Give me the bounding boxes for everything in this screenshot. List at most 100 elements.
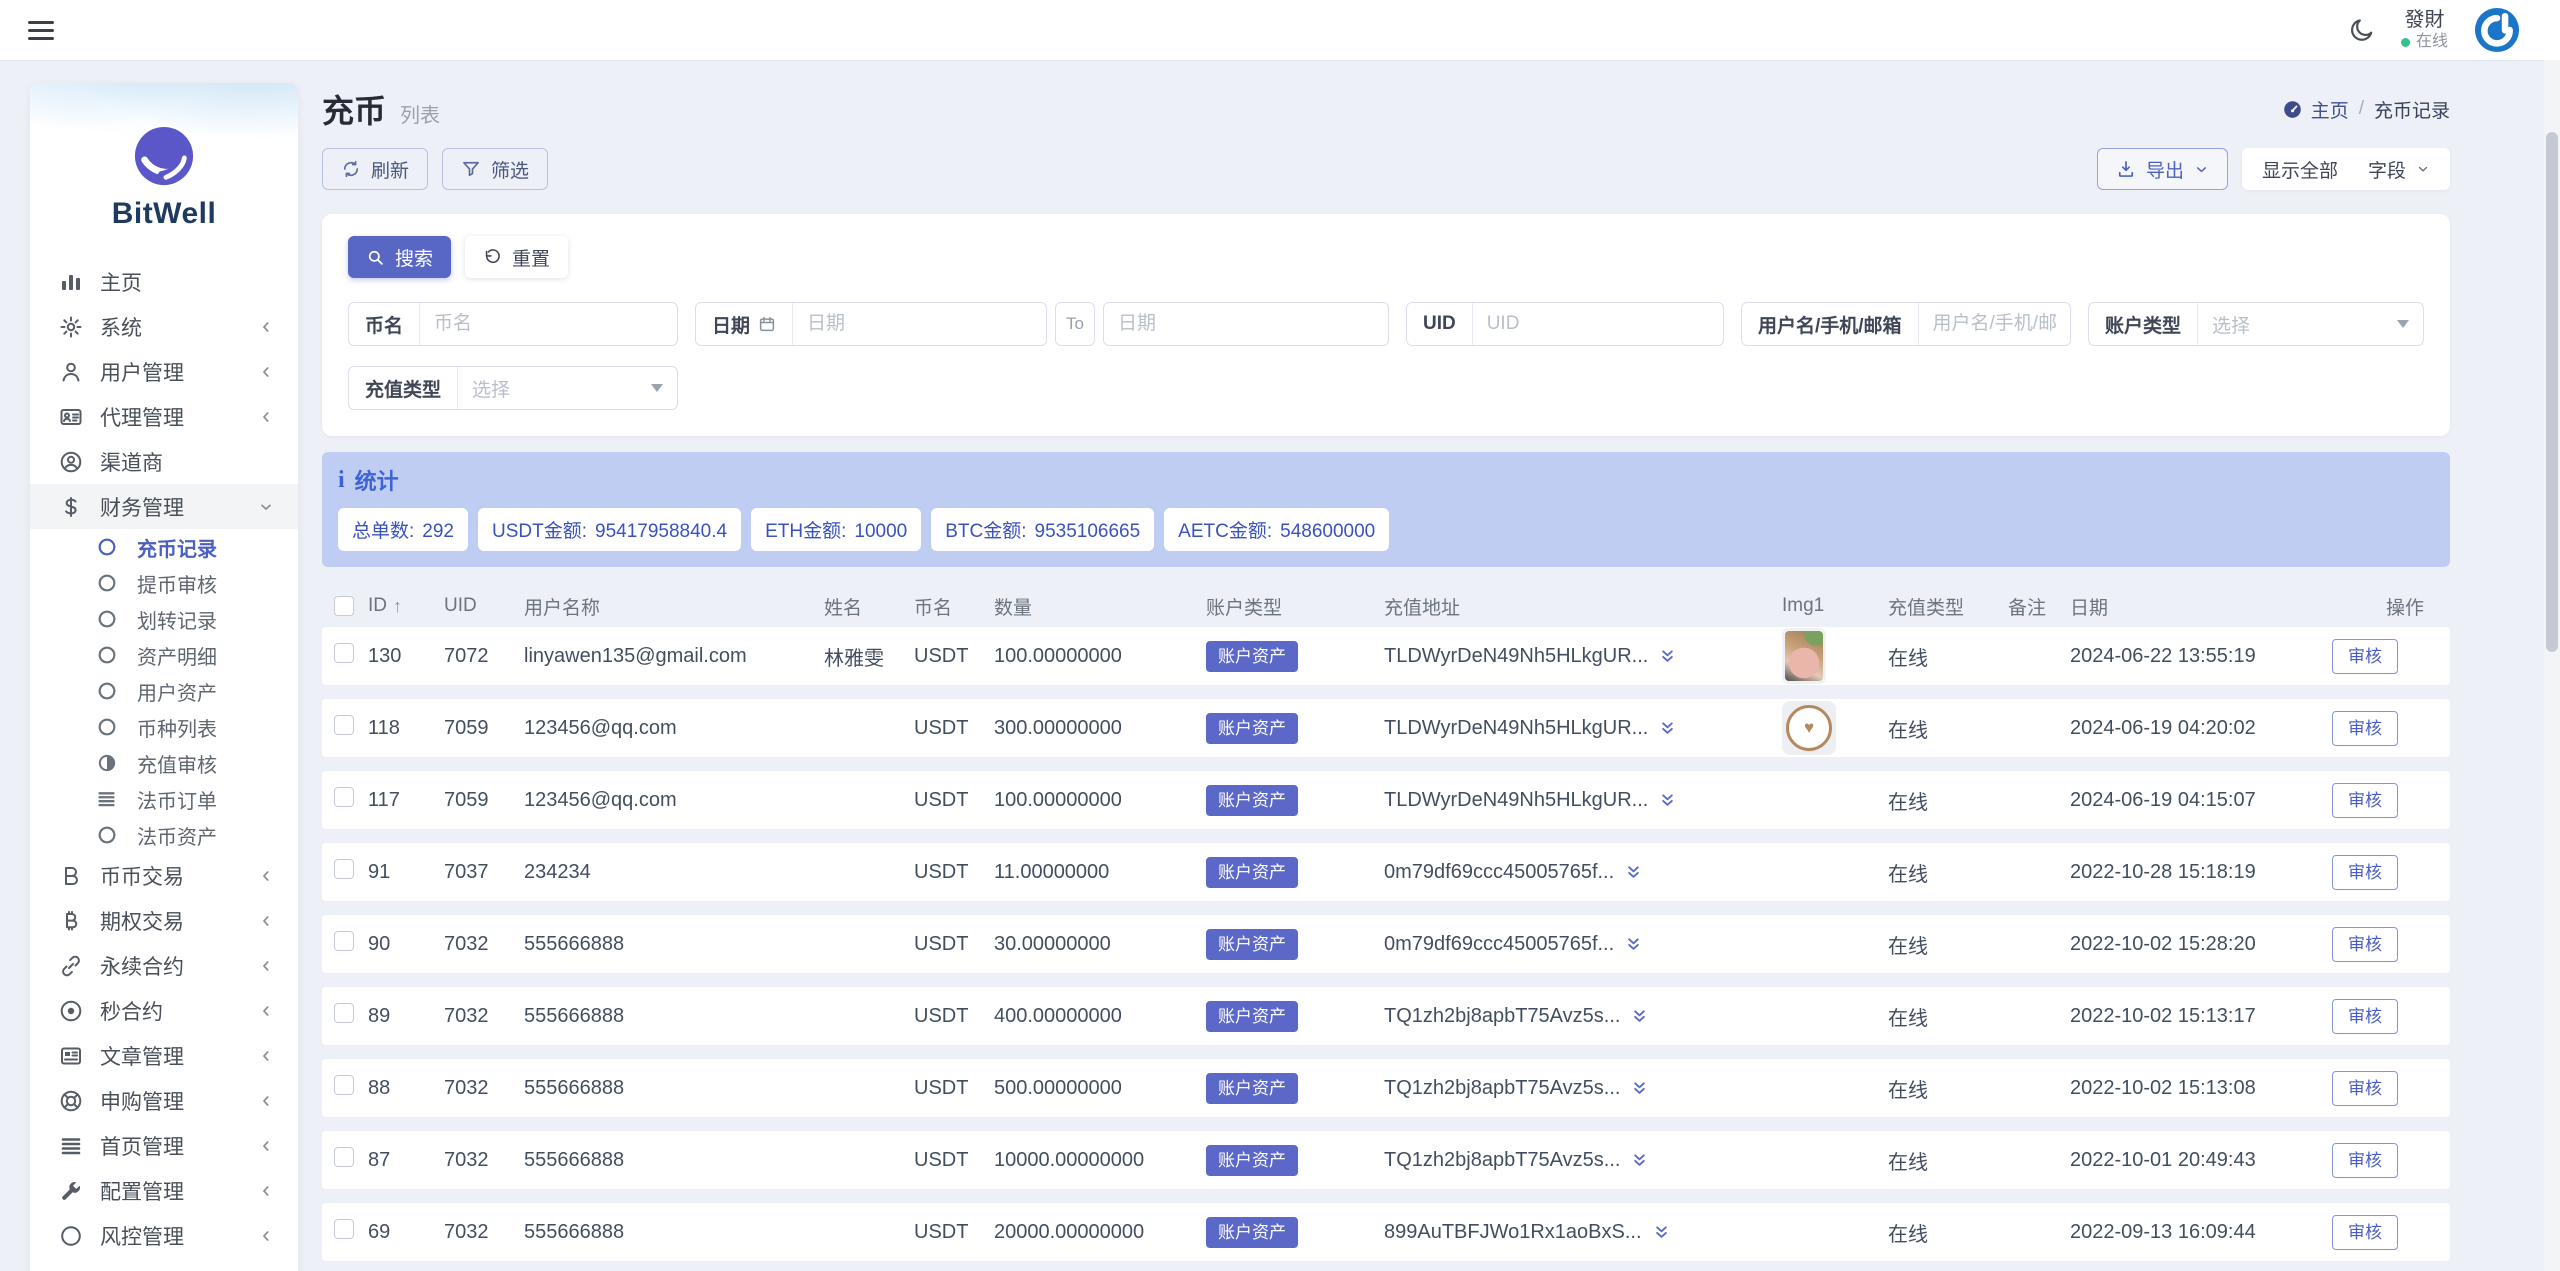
cell-text: 2024-06-19 04:15:07 <box>2070 789 2256 811</box>
filter-button[interactable]: 筛选 <box>442 148 548 190</box>
refresh-button[interactable]: 刷新 <box>322 148 428 190</box>
recharge-type-label: 充值类型 <box>349 367 458 409</box>
recharge-type-select[interactable]: 充值类型 选择 <box>348 366 678 410</box>
sidebar-subitem[interactable]: 用户资产 <box>30 673 298 709</box>
user-avatar[interactable] <box>2474 7 2520 53</box>
double-chevron-down-icon[interactable] <box>1652 1223 1671 1242</box>
export-button[interactable]: 导出 <box>2097 148 2228 190</box>
sidebar-item[interactable]: 永续合约 <box>30 943 298 988</box>
sidebar-item[interactable]: 申购管理 <box>30 1078 298 1123</box>
breadcrumb-home[interactable]: 主页 <box>2282 96 2349 123</box>
double-chevron-down-icon[interactable] <box>1658 791 1677 810</box>
sidebar-subitem[interactable]: 币种列表 <box>30 709 298 745</box>
sidebar-item[interactable]: 期权交易 <box>30 898 298 943</box>
sidebar-item[interactable]: 秒合约 <box>30 988 298 1033</box>
cell-amount: 400.00000000 <box>994 1005 1206 1028</box>
deposit-image-thumbnail[interactable]: ♥ <box>1782 701 1836 755</box>
row-checkbox[interactable] <box>334 643 354 663</box>
sidebar-item[interactable]: 首页管理 <box>30 1123 298 1168</box>
review-button[interactable]: 审核 <box>2332 927 2398 962</box>
date-from-input[interactable] <box>793 313 1046 335</box>
user-input[interactable] <box>1919 313 2070 335</box>
sort-asc-icon: ↑ <box>393 596 402 617</box>
double-chevron-down-icon[interactable] <box>1624 935 1643 954</box>
sidebar-item[interactable]: 主页 <box>30 259 298 304</box>
deposit-address: TLDWyrDeN49Nh5HLkgUR... <box>1384 789 1782 812</box>
double-chevron-down-icon[interactable] <box>1630 1151 1649 1170</box>
double-chevron-down-icon[interactable] <box>1630 1079 1649 1098</box>
double-chevron-down-icon[interactable] <box>1658 719 1677 738</box>
column-header-address: 充值地址 <box>1384 593 1782 620</box>
filter-panel: 搜索 重置 币名 日期 <box>322 214 2450 436</box>
dark-mode-moon-icon[interactable] <box>2349 17 2375 43</box>
cell-action: 审核 <box>2332 1143 2450 1178</box>
review-button[interactable]: 审核 <box>2332 1143 2398 1178</box>
account-type-select[interactable]: 账户类型 选择 <box>2088 302 2424 346</box>
sidebar-subitem-label: 充币记录 <box>137 533 217 562</box>
sidebar-item[interactable]: 用户管理 <box>30 349 298 394</box>
sidebar-item[interactable]: 系统 <box>30 304 298 349</box>
cell-text: 234234 <box>524 861 591 883</box>
row-checkbox[interactable] <box>334 1147 354 1167</box>
user-filter: 用户名/手机/邮箱 <box>1741 302 2071 346</box>
review-button[interactable]: 审核 <box>2332 1071 2398 1106</box>
sidebar-item[interactable]: 代理管理 <box>30 394 298 439</box>
cell-text: 10000.00000000 <box>994 1149 1144 1171</box>
date-to-input[interactable] <box>1104 313 1388 335</box>
search-button[interactable]: 搜索 <box>348 236 451 278</box>
chevron-left-icon <box>258 1183 274 1199</box>
row-checkbox[interactable] <box>334 1075 354 1095</box>
sidebar-item[interactable]: 风控管理 <box>30 1213 298 1258</box>
sidebar-subitem[interactable]: 法币资产 <box>30 817 298 853</box>
review-button[interactable]: 审核 <box>2332 1215 2398 1250</box>
review-button[interactable]: 审核 <box>2332 855 2398 890</box>
double-chevron-down-icon[interactable] <box>1658 647 1677 666</box>
sidebar-item[interactable]: 配置管理 <box>30 1168 298 1213</box>
cell-text: USDT <box>914 861 968 883</box>
row-checkbox[interactable] <box>334 859 354 879</box>
fields-dropdown[interactable]: 字段 <box>2368 156 2430 183</box>
row-checkbox[interactable] <box>334 931 354 951</box>
sidebar-item[interactable]: 文章管理 <box>30 1033 298 1078</box>
sidebar-item[interactable]: 币币交易 <box>30 853 298 898</box>
cell-text: 2022-10-02 15:28:20 <box>2070 933 2256 955</box>
double-chevron-down-icon[interactable] <box>1630 1007 1649 1026</box>
hamburger-menu-icon[interactable] <box>28 21 54 40</box>
sidebar-subitem[interactable]: 资产明细 <box>30 637 298 673</box>
deposit-address: 0m79df69ccc45005765f... <box>1384 933 1782 956</box>
sidebar-item[interactable]: 渠道商 <box>30 439 298 484</box>
reset-button[interactable]: 重置 <box>465 236 568 278</box>
row-checkbox[interactable] <box>334 1219 354 1239</box>
review-button[interactable]: 审核 <box>2332 639 2398 674</box>
sidebar-subitem[interactable]: 提币审核 <box>30 565 298 601</box>
column-header-label: 备注 <box>2008 593 2046 620</box>
row-checkbox[interactable] <box>334 715 354 735</box>
cell-text: 2024-06-22 13:55:19 <box>2070 645 2256 667</box>
cell-account_type: 账户资产 <box>1206 1073 1384 1104</box>
select-all-checkbox[interactable] <box>334 596 354 616</box>
row-checkbox[interactable] <box>334 1003 354 1023</box>
cell-username: 234234 <box>524 861 824 884</box>
review-button[interactable]: 审核 <box>2332 711 2398 746</box>
sidebar-subitem[interactable]: 充币记录 <box>30 529 298 565</box>
sidebar-subitem[interactable]: 充值审核 <box>30 745 298 781</box>
user-info[interactable]: 發財 在线 <box>2401 8 2448 51</box>
review-button[interactable]: 审核 <box>2332 999 2398 1034</box>
uid-input[interactable] <box>1473 313 1723 335</box>
row-checkbox[interactable] <box>334 787 354 807</box>
address-text: TQ1zh2bj8apbT75Avz5s... <box>1384 1077 1620 1100</box>
sidebar-subitem[interactable]: 法币订单 <box>30 781 298 817</box>
coin-name-input[interactable] <box>420 313 677 335</box>
double-chevron-down-icon[interactable] <box>1624 863 1643 882</box>
review-button[interactable]: 审核 <box>2332 783 2398 818</box>
table-row: 1307072linyawen135@gmail.com林雅雯USDT100.0… <box>322 627 2450 685</box>
scrollbar-thumb[interactable] <box>2546 132 2558 652</box>
column-header-label: 日期 <box>2070 593 2108 620</box>
sidebar-item[interactable]: 财务管理 <box>30 484 298 529</box>
article-icon <box>58 1044 84 1068</box>
show-all-button[interactable]: 显示全部 <box>2262 156 2338 183</box>
stat-value: 9535106665 <box>1035 521 1141 542</box>
deposit-image-thumbnail[interactable] <box>1782 628 1826 684</box>
sidebar-subitem[interactable]: 划转记录 <box>30 601 298 637</box>
sidebar-item[interactable]: 智能矿机 <box>30 1258 298 1271</box>
